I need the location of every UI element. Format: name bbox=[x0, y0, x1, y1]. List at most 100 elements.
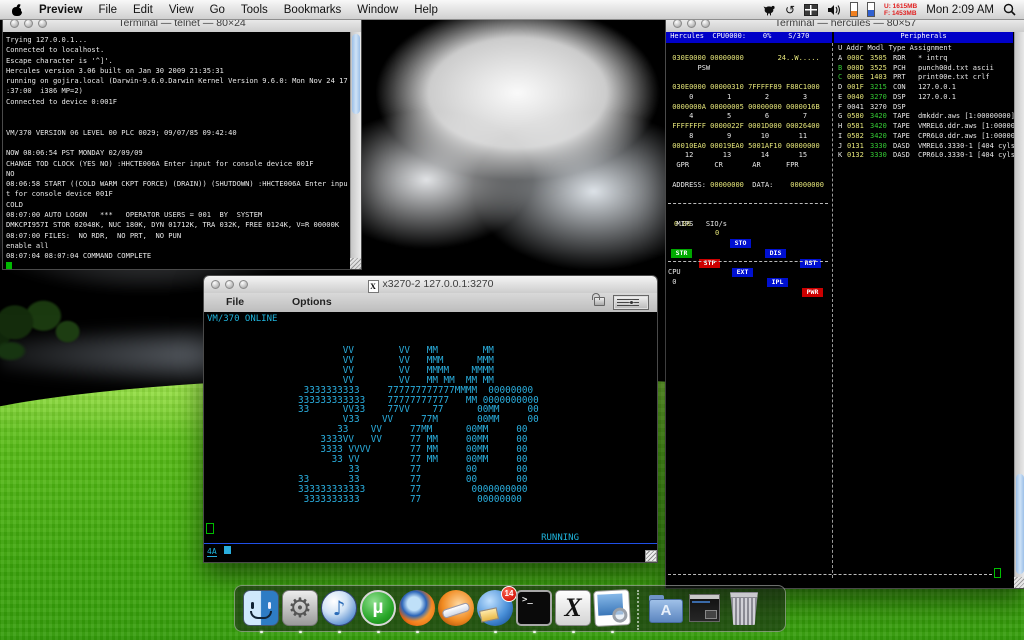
zoom-button[interactable] bbox=[701, 19, 710, 28]
hercules-scrollbar[interactable] bbox=[1014, 32, 1024, 588]
fox-rocket-icon bbox=[438, 590, 474, 626]
running-indicator bbox=[260, 630, 263, 633]
str-button: STR bbox=[671, 248, 692, 258]
regs-8-11: FFFFFFFF 0000022F 0001D000 00026400 bbox=[668, 122, 820, 130]
menu-app-name[interactable]: Preview bbox=[39, 4, 82, 16]
running-indicator bbox=[416, 630, 419, 633]
close-button[interactable] bbox=[673, 19, 682, 28]
dock-icon-x11[interactable]: X bbox=[555, 590, 591, 633]
x11-icon: X bbox=[555, 590, 591, 626]
data-value: 00000000 bbox=[790, 180, 824, 189]
menu-edit[interactable]: Edit bbox=[133, 4, 153, 16]
hercules-header-peripherals: Peripherals bbox=[834, 32, 1013, 43]
control-buttons-row: STR STP EXT IPL PWR bbox=[666, 239, 831, 297]
x3270-menu-bar: File Options bbox=[204, 293, 657, 313]
dock-icon-mail-globe[interactable]: 14 bbox=[477, 586, 517, 633]
memory-meter-1-icon[interactable] bbox=[850, 2, 858, 17]
device-row: J 0131 3330 DASD VMREL6.3330-1 [404 cyls bbox=[838, 141, 1014, 150]
wallpaper-bush bbox=[0, 338, 38, 364]
device-row: A 000C 3505 RDR * intrq bbox=[838, 53, 948, 62]
minimize-button[interactable] bbox=[24, 19, 33, 28]
time-machine-menu-icon[interactable]: ↺ bbox=[785, 4, 795, 16]
ipl-button: IPL bbox=[767, 278, 788, 287]
hercules-resize-grip[interactable] bbox=[1014, 577, 1024, 588]
telnet-terminal-window: Terminal — telnet — 80×24 Trying 127.0.0… bbox=[2, 14, 362, 270]
scrollbar-thumb[interactable] bbox=[352, 34, 360, 114]
sio-value: 0 bbox=[715, 229, 720, 238]
oia-connection-indicator: 4A bbox=[207, 547, 217, 557]
oia-status-area: 4A bbox=[207, 546, 232, 557]
dock-icon-itunes[interactable]: ♪ bbox=[321, 590, 357, 633]
trash-icon bbox=[730, 592, 758, 625]
menu-help[interactable]: Help bbox=[414, 4, 438, 16]
close-button[interactable] bbox=[211, 280, 220, 289]
memory-meter-2-icon[interactable] bbox=[867, 2, 875, 17]
menu-bar-clock[interactable]: Mon 2:09 AM bbox=[926, 4, 994, 16]
device-row: F 0041 3270 DSP bbox=[838, 102, 906, 111]
device-row: H 0581 3420 TAPE VMREL6.ddr.aws [1:00000 bbox=[838, 122, 1014, 130]
running-indicator bbox=[611, 630, 614, 633]
terminal-cursor bbox=[6, 262, 12, 269]
memory-usage-text[interactable]: U: 1615MB F: 1453MB bbox=[884, 3, 917, 17]
spaces-menu-icon[interactable] bbox=[804, 3, 818, 16]
x3270-window-titlebar[interactable]: Xx3270-2 127.0.0.1:3270 bbox=[204, 276, 657, 294]
menu-tools[interactable]: Tools bbox=[241, 4, 268, 16]
dock-icon-terminal[interactable]: >_ bbox=[516, 590, 552, 633]
stp-button: STP bbox=[699, 258, 720, 268]
hercules-panel-screen[interactable]: Hercules CPU0000: 0% S/370 Peripherals 0… bbox=[666, 32, 1014, 588]
dock-icon-preview[interactable] bbox=[593, 589, 631, 633]
dock-icon-system-preferences[interactable]: ⚙ bbox=[282, 590, 318, 633]
zoom-button[interactable] bbox=[239, 280, 248, 289]
zoom-button[interactable] bbox=[38, 19, 47, 28]
telnet-terminal-output: Trying 127.0.0.1... Connected to localho… bbox=[6, 35, 348, 261]
dock-icon-minimized-window[interactable] bbox=[687, 590, 723, 626]
device-row: E 0040 3270 DSP 127.0.0.1 bbox=[838, 92, 956, 101]
apple-menu-icon[interactable] bbox=[12, 3, 25, 16]
dock-icon-applications-folder[interactable]: A bbox=[648, 590, 684, 626]
menu-file[interactable]: File bbox=[98, 4, 117, 16]
running-indicator bbox=[533, 630, 536, 633]
gear-icon: ⚙ bbox=[282, 590, 318, 626]
spotlight-icon[interactable] bbox=[1003, 3, 1016, 16]
x3270-terminal-screen[interactable]: VM/370 ONLINE VV VV MM MM VV VV MMM MMM … bbox=[204, 312, 657, 562]
regs-index: 4 5 6 7 bbox=[668, 112, 808, 121]
unlock-icon bbox=[592, 293, 605, 306]
address-label: ADDRESS: bbox=[668, 180, 711, 189]
menu-view[interactable]: View bbox=[169, 4, 194, 16]
dock-icon-trash[interactable] bbox=[726, 590, 762, 626]
turkey-menu-icon[interactable] bbox=[763, 3, 776, 16]
music-note-icon: ♪ bbox=[321, 590, 357, 626]
dock-icon-firefox[interactable] bbox=[399, 590, 435, 633]
minimize-button[interactable] bbox=[687, 19, 696, 28]
x3270-file-menu[interactable]: File bbox=[226, 293, 244, 312]
oia-separator-line bbox=[204, 543, 657, 544]
running-indicator bbox=[338, 630, 341, 633]
dock-icon-utorrent[interactable]: µ bbox=[360, 590, 396, 633]
menu-bookmarks[interactable]: Bookmarks bbox=[284, 4, 342, 16]
cpu-value: 0 bbox=[668, 278, 677, 286]
ext-button: EXT bbox=[732, 268, 753, 278]
minimize-button[interactable] bbox=[225, 280, 234, 289]
x3270-options-menu[interactable]: Options bbox=[292, 293, 332, 312]
close-button[interactable] bbox=[10, 19, 19, 28]
memory-free: F: 1453MB bbox=[884, 9, 917, 17]
menu-window[interactable]: Window bbox=[357, 4, 398, 16]
menu-go[interactable]: Go bbox=[210, 4, 225, 16]
minimized-terminal-window-thumbnail bbox=[689, 594, 720, 622]
telnet-resize-grip[interactable] bbox=[350, 258, 361, 269]
dock-icon-finder[interactable] bbox=[243, 590, 279, 633]
rst-button: RST bbox=[800, 258, 821, 268]
device-row: D 001F 3215 CON 127.0.0.1 bbox=[838, 83, 956, 91]
memory-used: U: 1615MB bbox=[884, 2, 918, 10]
telnet-terminal-screen[interactable]: Trying 127.0.0.1... Connected to localho… bbox=[3, 32, 361, 269]
applications-folder-icon: A bbox=[649, 599, 683, 623]
x3270-resize-grip[interactable] bbox=[645, 550, 657, 562]
running-indicator bbox=[299, 630, 302, 633]
keypad-toggle-button[interactable] bbox=[613, 295, 649, 310]
telnet-scrollbar[interactable] bbox=[350, 32, 361, 269]
rate-labels: MIPS SIO/s bbox=[668, 219, 728, 228]
scrollbar-thumb[interactable] bbox=[1016, 474, 1024, 574]
volume-menu-icon[interactable] bbox=[827, 4, 841, 16]
firefox-icon bbox=[399, 590, 435, 626]
dock-icon-fox-rocket-browser[interactable] bbox=[438, 590, 474, 626]
